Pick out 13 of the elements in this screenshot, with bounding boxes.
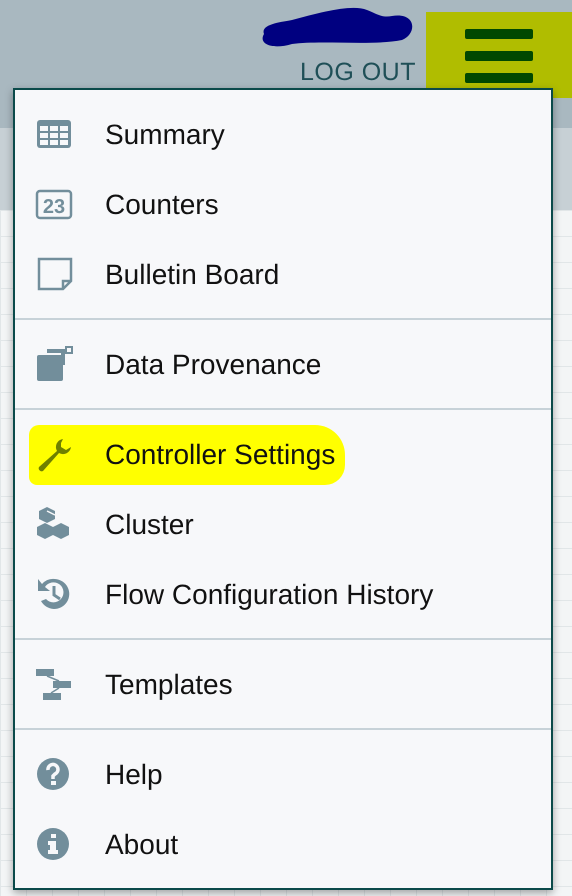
menu-item[interactable]: Data Provenance (105, 349, 322, 381)
menu-item[interactable]: Bulletin Board (105, 259, 280, 291)
menu-item[interactable]: Controller Settings (105, 439, 336, 471)
menu-item[interactable]: Flow Configuration History (105, 579, 434, 611)
menu-item[interactable]: Help (105, 759, 163, 791)
logout-link[interactable]: LOG OUT (300, 58, 416, 87)
menu-item[interactable]: Summary (105, 119, 225, 151)
menu-icon (464, 27, 534, 83)
menu-item[interactable]: Cluster (105, 509, 194, 541)
menu-item[interactable]: About (105, 829, 178, 861)
menu-item[interactable]: Counters (105, 189, 219, 221)
menu-button[interactable] (426, 12, 572, 98)
menu-item[interactable]: Templates (105, 669, 233, 701)
